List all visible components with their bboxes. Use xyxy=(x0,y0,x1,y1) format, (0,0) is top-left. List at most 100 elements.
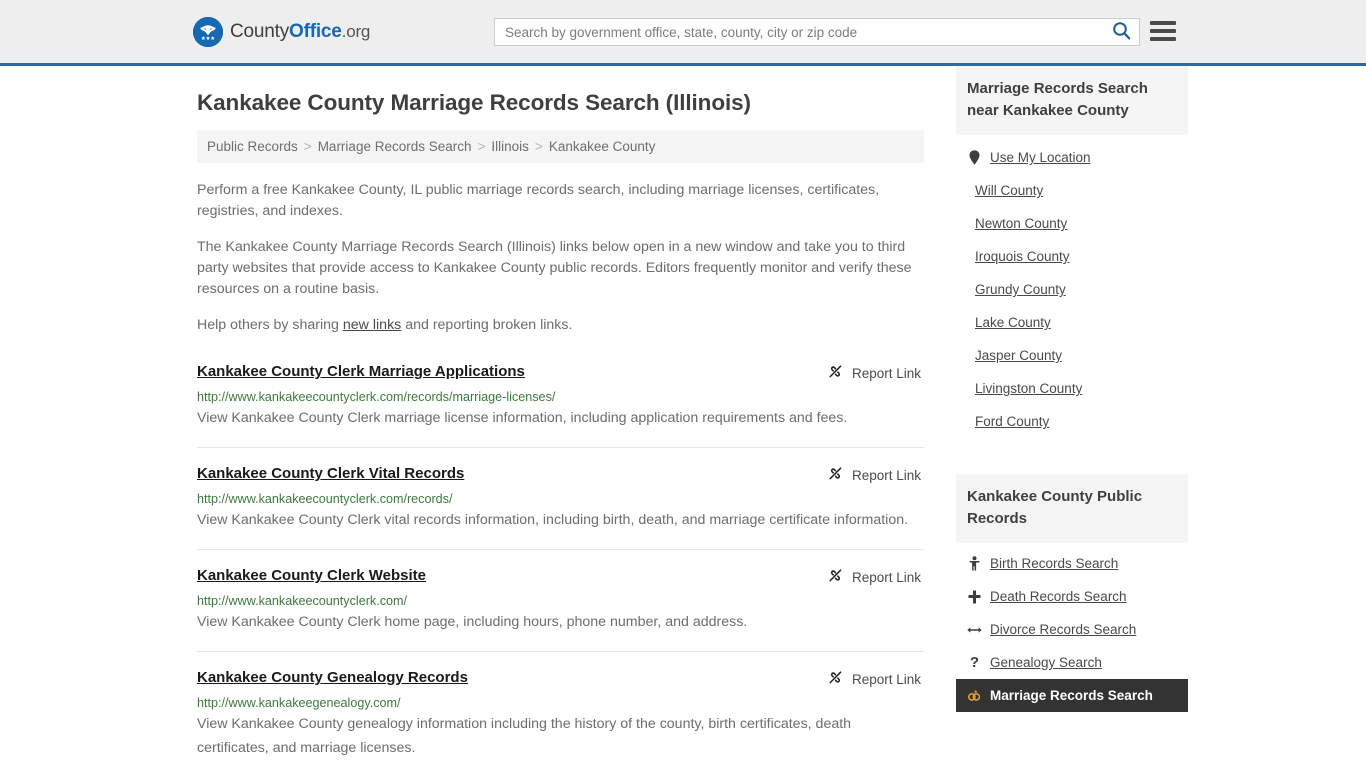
result-title-link[interactable]: Kankakee County Clerk Vital Records xyxy=(197,464,464,483)
result-url: http://www.kankakeecountyclerk.com/ xyxy=(197,594,407,608)
results-list: Kankakee County Clerk Marriage Applicati… xyxy=(197,358,924,768)
nearby-county-item-4[interactable]: Iroquois County xyxy=(956,240,1188,273)
result-title-link[interactable]: Kankakee County Genealogy Records xyxy=(197,668,468,687)
public-record-item-label: Birth Records Search xyxy=(990,556,1119,571)
page-title: Kankakee County Marriage Records Search … xyxy=(197,90,751,115)
public-records-list: Birth Records Search Death Records Search… xyxy=(956,543,1188,712)
nearby-county-item-label: Grundy County xyxy=(975,282,1066,297)
nearby-county-item-8[interactable]: Livingston County xyxy=(956,372,1188,405)
sidebar: Marriage Records Search near Kankakee Co… xyxy=(956,66,1188,768)
result-header: Kankakee County Clerk Vital Records Repor… xyxy=(197,464,924,485)
search-button[interactable] xyxy=(1103,19,1139,45)
nearby-county-item-label: Will County xyxy=(975,183,1044,198)
result-item: Kankakee County Genealogy Records Report … xyxy=(197,652,924,768)
result-url: http://www.kankakeecountyclerk.com/recor… xyxy=(197,390,556,404)
report-link-button[interactable]: Report Link xyxy=(827,465,924,485)
brand-part-office: Office xyxy=(289,20,342,42)
nearby-county-item-label: Iroquois County xyxy=(975,249,1070,264)
nearby-county-item-3[interactable]: Newton County xyxy=(956,207,1188,240)
nearby-county-item-label: Use My Location xyxy=(990,150,1091,165)
result-description: View Kankakee County Clerk home page, in… xyxy=(197,614,748,630)
breadcrumb-item-3[interactable]: Illinois xyxy=(491,139,529,154)
public-record-item-4[interactable]: ? Genealogy Search xyxy=(956,646,1188,679)
search-bar xyxy=(494,18,1140,46)
county-office-eagle-icon xyxy=(193,16,223,47)
public-record-item-2[interactable]: Death Records Search xyxy=(956,580,1188,613)
public-records-heading: Kankakee County Public Records xyxy=(956,474,1188,543)
intro-paragraph-1: Perform a free Kankakee County, IL publi… xyxy=(197,182,880,219)
result-description: View Kankakee County Clerk vital records… xyxy=(197,512,909,528)
breadcrumb-item-2[interactable]: Marriage Records Search xyxy=(318,139,472,154)
broken-link-icon xyxy=(827,465,844,485)
nearby-county-item-1[interactable]: Use My Location xyxy=(956,141,1188,174)
search-icon xyxy=(1112,21,1131,43)
site-header: CountyOffice.org xyxy=(0,0,1366,66)
result-header: Kankakee County Clerk Marriage Applicati… xyxy=(197,362,924,383)
result-title-link[interactable]: Kankakee County Clerk Website xyxy=(197,566,426,585)
result-description: View Kankakee County genealogy informati… xyxy=(197,716,852,756)
site-logo[interactable]: CountyOffice.org xyxy=(193,16,370,47)
nearby-county-item-6[interactable]: Lake County xyxy=(956,306,1188,339)
broken-link-icon xyxy=(827,669,844,689)
new-links-link[interactable]: new links xyxy=(343,317,401,333)
public-record-item-1[interactable]: Birth Records Search xyxy=(956,547,1188,580)
breadcrumb-separator: > xyxy=(303,139,312,154)
nearby-counties-box: Marriage Records Search near Kankakee Co… xyxy=(956,66,1188,438)
result-item: Kankakee County Clerk Website Report Link… xyxy=(197,550,924,652)
public-record-item-label: Marriage Records Search xyxy=(990,688,1153,703)
brand-wordmark: CountyOffice.org xyxy=(230,21,370,43)
nearby-county-item-2[interactable]: Will County xyxy=(956,174,1188,207)
help-suffix: and reporting broken links. xyxy=(401,317,573,333)
breadcrumb-separator: > xyxy=(534,139,543,154)
public-record-item-label: Death Records Search xyxy=(990,589,1127,604)
breadcrumb-separator: > xyxy=(477,139,486,154)
report-link-label: Report Link xyxy=(851,467,921,483)
search-input[interactable] xyxy=(495,19,1103,45)
report-link-button[interactable]: Report Link xyxy=(827,567,924,587)
nearby-counties-heading: Marriage Records Search near Kankakee Co… xyxy=(956,66,1188,135)
result-item: Kankakee County Clerk Vital Records Repor… xyxy=(197,448,924,550)
breadcrumb-item-4[interactable]: Kankakee County xyxy=(549,139,656,154)
result-header: Kankakee County Genealogy Records Report … xyxy=(197,668,924,689)
breadcrumb: Public Records > Marriage Records Search > I… xyxy=(197,130,924,163)
brand-part-county: County xyxy=(230,20,290,42)
question-mark-icon: ? xyxy=(969,654,980,671)
result-header: Kankakee County Clerk Website Report Link xyxy=(197,566,924,587)
help-paragraph: Help others by sharing new links and rep… xyxy=(197,315,924,336)
nearby-county-item-7[interactable]: Jasper County xyxy=(956,339,1188,372)
hamburger-bar-3 xyxy=(1150,37,1176,41)
result-url: http://www.kankakeegenealogy.com/ xyxy=(197,696,401,710)
report-link-label: Report Link xyxy=(851,365,921,381)
public-record-item-3[interactable]: Divorce Records Search xyxy=(956,613,1188,646)
public-record-item-5[interactable]: Marriage Records Search xyxy=(956,679,1188,712)
nearby-county-item-9[interactable]: Ford County xyxy=(956,405,1188,438)
nearby-county-item-label: Lake County xyxy=(975,315,1051,330)
broken-link-icon xyxy=(827,363,844,383)
page-body: Kankakee County Marriage Records Search … xyxy=(0,66,1366,768)
cross-icon xyxy=(967,590,982,604)
nearby-county-item-label: Jasper County xyxy=(975,348,1063,363)
report-link-label: Report Link xyxy=(851,569,921,585)
main-column: Kankakee County Marriage Records Search … xyxy=(197,66,924,768)
nearby-county-item-5[interactable]: Grundy County xyxy=(956,273,1188,306)
hamburger-menu-button[interactable] xyxy=(1150,19,1176,43)
hamburger-bar-1 xyxy=(1150,21,1176,25)
map-pin-icon xyxy=(967,150,982,165)
public-record-item-label: Divorce Records Search xyxy=(990,622,1137,637)
report-link-button[interactable]: Report Link xyxy=(827,363,924,383)
result-title-link[interactable]: Kankakee County Clerk Marriage Applicati… xyxy=(197,362,525,381)
report-link-button[interactable]: Report Link xyxy=(827,669,924,689)
result-item: Kankakee County Clerk Marriage Applicati… xyxy=(197,358,924,448)
content-container: Kankakee County Marriage Records Search … xyxy=(188,66,1188,768)
result-description: View Kankakee County Clerk marriage lice… xyxy=(197,410,848,426)
breadcrumb-item-1[interactable]: Public Records xyxy=(207,139,298,154)
nearby-county-item-label: Newton County xyxy=(975,216,1068,231)
nearby-county-item-label: Livingston County xyxy=(975,381,1083,396)
public-records-box: Kankakee County Public Records Birth Rec… xyxy=(956,474,1188,712)
nearby-counties-list: Use My Location Will County Newton County I… xyxy=(956,135,1188,438)
result-url: http://www.kankakeecountyclerk.com/recor… xyxy=(197,492,453,506)
intro-text: Perform a free Kankakee County, IL publi… xyxy=(197,180,924,336)
public-record-item-label: Genealogy Search xyxy=(990,655,1102,670)
broken-link-icon xyxy=(827,567,844,587)
baby-icon xyxy=(967,556,982,571)
